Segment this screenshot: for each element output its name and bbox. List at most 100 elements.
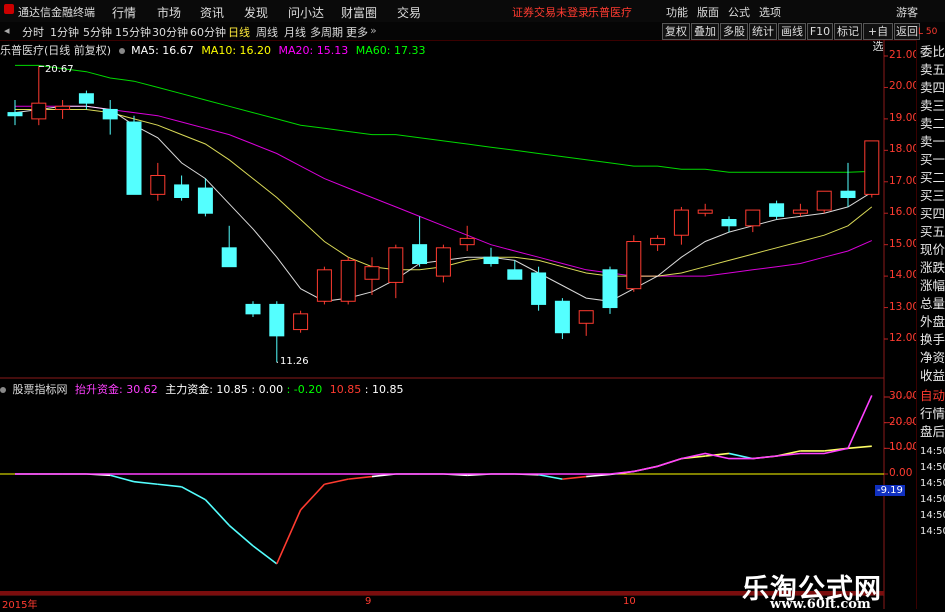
candle-body-up bbox=[293, 313, 309, 331]
candle bbox=[174, 175, 190, 201]
candle bbox=[626, 235, 642, 292]
main-fund-segment bbox=[228, 524, 254, 547]
main-fund-segment bbox=[324, 478, 349, 486]
price-tick-label: 19.00 bbox=[889, 111, 920, 124]
main-fund-segment bbox=[181, 486, 206, 501]
indicator-last-value-badge: -9.19 bbox=[875, 485, 905, 496]
candle-body-down bbox=[245, 303, 261, 315]
candle-body-up bbox=[650, 237, 666, 246]
main-fund-segment bbox=[847, 445, 872, 450]
candle bbox=[221, 225, 237, 268]
quote-side-panel: L 50 委比 卖五 卖四 卖三 卖二 卖一 买一 买二 买三 买四 买五 现价… bbox=[916, 27, 945, 609]
price-tick-label: 18.00 bbox=[889, 143, 920, 156]
candle-body-down bbox=[269, 303, 285, 337]
candle-body-up bbox=[55, 105, 71, 110]
indicator-lines bbox=[15, 395, 873, 565]
multi-stock-button[interactable]: 多股 bbox=[720, 23, 748, 40]
candle-body-up bbox=[745, 209, 761, 227]
panel-time-6: 14:50 bbox=[920, 526, 945, 537]
panel-price: 现价 bbox=[920, 242, 945, 257]
candle-body-up bbox=[31, 102, 47, 120]
mark-button[interactable]: 标记 bbox=[834, 23, 862, 40]
period-tab-daily[interactable]: 日线 bbox=[228, 24, 250, 40]
price-tick-label: 15.00 bbox=[889, 237, 920, 250]
price-tick-label: 14.00 bbox=[889, 269, 920, 282]
period-tab-monthly[interactable]: 月线 bbox=[284, 24, 306, 40]
period-tab-multi[interactable]: 多周期 bbox=[310, 24, 343, 40]
indicator-tick-label: 20.00 bbox=[889, 415, 920, 428]
menu-item-market[interactable]: 市场 bbox=[157, 4, 181, 21]
period-tab-60min[interactable]: 60分钟 bbox=[190, 24, 226, 40]
candle-body-down bbox=[126, 121, 142, 195]
menu-item-wealth[interactable]: 财富圈 bbox=[341, 4, 377, 21]
period-tab-15min[interactable]: 15分钟 bbox=[115, 24, 151, 40]
indicator-title: 股票指标网 bbox=[12, 383, 68, 396]
settings-dot-icon[interactable] bbox=[118, 48, 125, 54]
candle-body-up bbox=[459, 237, 475, 246]
candle bbox=[340, 257, 356, 305]
rise-fund-line bbox=[15, 395, 873, 475]
candle-body-up bbox=[316, 269, 332, 302]
statistics-button[interactable]: 统计 bbox=[749, 23, 777, 40]
candle-body-up bbox=[792, 209, 808, 214]
period-tab-5min[interactable]: 5分钟 bbox=[83, 24, 112, 40]
menu-item-trade[interactable]: 交易 bbox=[397, 4, 421, 21]
panel-volume: 总量 bbox=[920, 296, 945, 311]
panel-auto-tab[interactable]: 自动 bbox=[920, 388, 945, 404]
candlestick-series bbox=[7, 65, 880, 363]
main-fund-segment bbox=[538, 473, 563, 480]
panel-quote-tab[interactable]: 行情 bbox=[920, 406, 945, 422]
nav-arrow-icon[interactable]: ◂ bbox=[4, 24, 10, 37]
back-button[interactable]: 返回 bbox=[894, 23, 920, 40]
candle-body-up bbox=[626, 241, 642, 290]
menu-item-discover[interactable]: 发现 bbox=[244, 4, 268, 21]
date-label-oct: 10 bbox=[623, 596, 636, 607]
menu-item-news[interactable]: 资讯 bbox=[200, 4, 224, 21]
main-fund-segment bbox=[586, 473, 611, 478]
candle bbox=[459, 225, 475, 251]
period-tab-30min[interactable]: 30分钟 bbox=[152, 24, 188, 40]
guest-label[interactable]: 游客 bbox=[896, 4, 918, 20]
panel-earnings: 收益 bbox=[920, 368, 945, 383]
kline-chart[interactable] bbox=[0, 40, 916, 609]
panel-turnover: 换手 bbox=[920, 332, 945, 347]
main-fund-segment bbox=[109, 474, 135, 483]
indicator-legend: 股票指标网 抬升资金: 30.62 主力资金: 10.85 : 0.00 : -… bbox=[0, 381, 403, 397]
candle-body-down bbox=[7, 112, 23, 117]
menu-item-layout[interactable]: 版面 bbox=[697, 4, 719, 20]
candle-body-down bbox=[221, 247, 237, 268]
overlay-button[interactable]: 叠加 bbox=[691, 23, 719, 40]
main-fund-segment bbox=[276, 509, 302, 565]
candle-body-down bbox=[531, 272, 547, 305]
candle bbox=[697, 203, 713, 217]
f10-button[interactable]: F10 bbox=[807, 23, 833, 40]
candle-body-down bbox=[769, 203, 785, 217]
menu-item-function[interactable]: 功能 bbox=[666, 4, 688, 20]
menu-item-xiaoda[interactable]: 问小达 bbox=[288, 4, 324, 21]
candle bbox=[745, 209, 761, 233]
menu-item-formula[interactable]: 公式 bbox=[728, 4, 750, 20]
price-tick-label: 13.00 bbox=[889, 300, 920, 313]
panel-afterhours-tab[interactable]: 盘后 bbox=[920, 424, 945, 440]
watermark-logo: 乐淘公式网 www.60lt.com bbox=[742, 568, 912, 612]
main-fund-label: 主力资金: 10.85 bbox=[165, 383, 248, 396]
period-tab-minute[interactable]: 分时 bbox=[22, 24, 44, 40]
more-arrow-icon[interactable]: » bbox=[370, 24, 377, 37]
candle bbox=[816, 190, 832, 214]
add-watchlist-button[interactable]: +自选 bbox=[863, 23, 893, 53]
app-logo-icon bbox=[4, 3, 14, 17]
indicator-settings-dot-icon[interactable] bbox=[0, 387, 6, 393]
menu-item-options[interactable]: 选项 bbox=[759, 4, 781, 20]
period-tab-more[interactable]: 更多 bbox=[346, 24, 368, 40]
adjust-button[interactable]: 复权 bbox=[662, 23, 690, 40]
low-price-annotation: 11.26 bbox=[280, 356, 309, 367]
draw-line-button[interactable]: 画线 bbox=[778, 23, 806, 40]
period-tab-weekly[interactable]: 周线 bbox=[256, 24, 278, 40]
panel-sell5: 卖五 bbox=[920, 62, 945, 77]
ma10-label: MA10: 16.20 bbox=[201, 44, 272, 57]
candle-body-down bbox=[412, 244, 428, 265]
period-tab-1min[interactable]: 1分钟 bbox=[50, 24, 79, 40]
menu-item-quotes[interactable]: 行情 bbox=[112, 4, 136, 21]
login-status[interactable]: 证券交易未登录 bbox=[512, 4, 589, 20]
panel-outer-volume: 外盘 bbox=[920, 314, 945, 329]
